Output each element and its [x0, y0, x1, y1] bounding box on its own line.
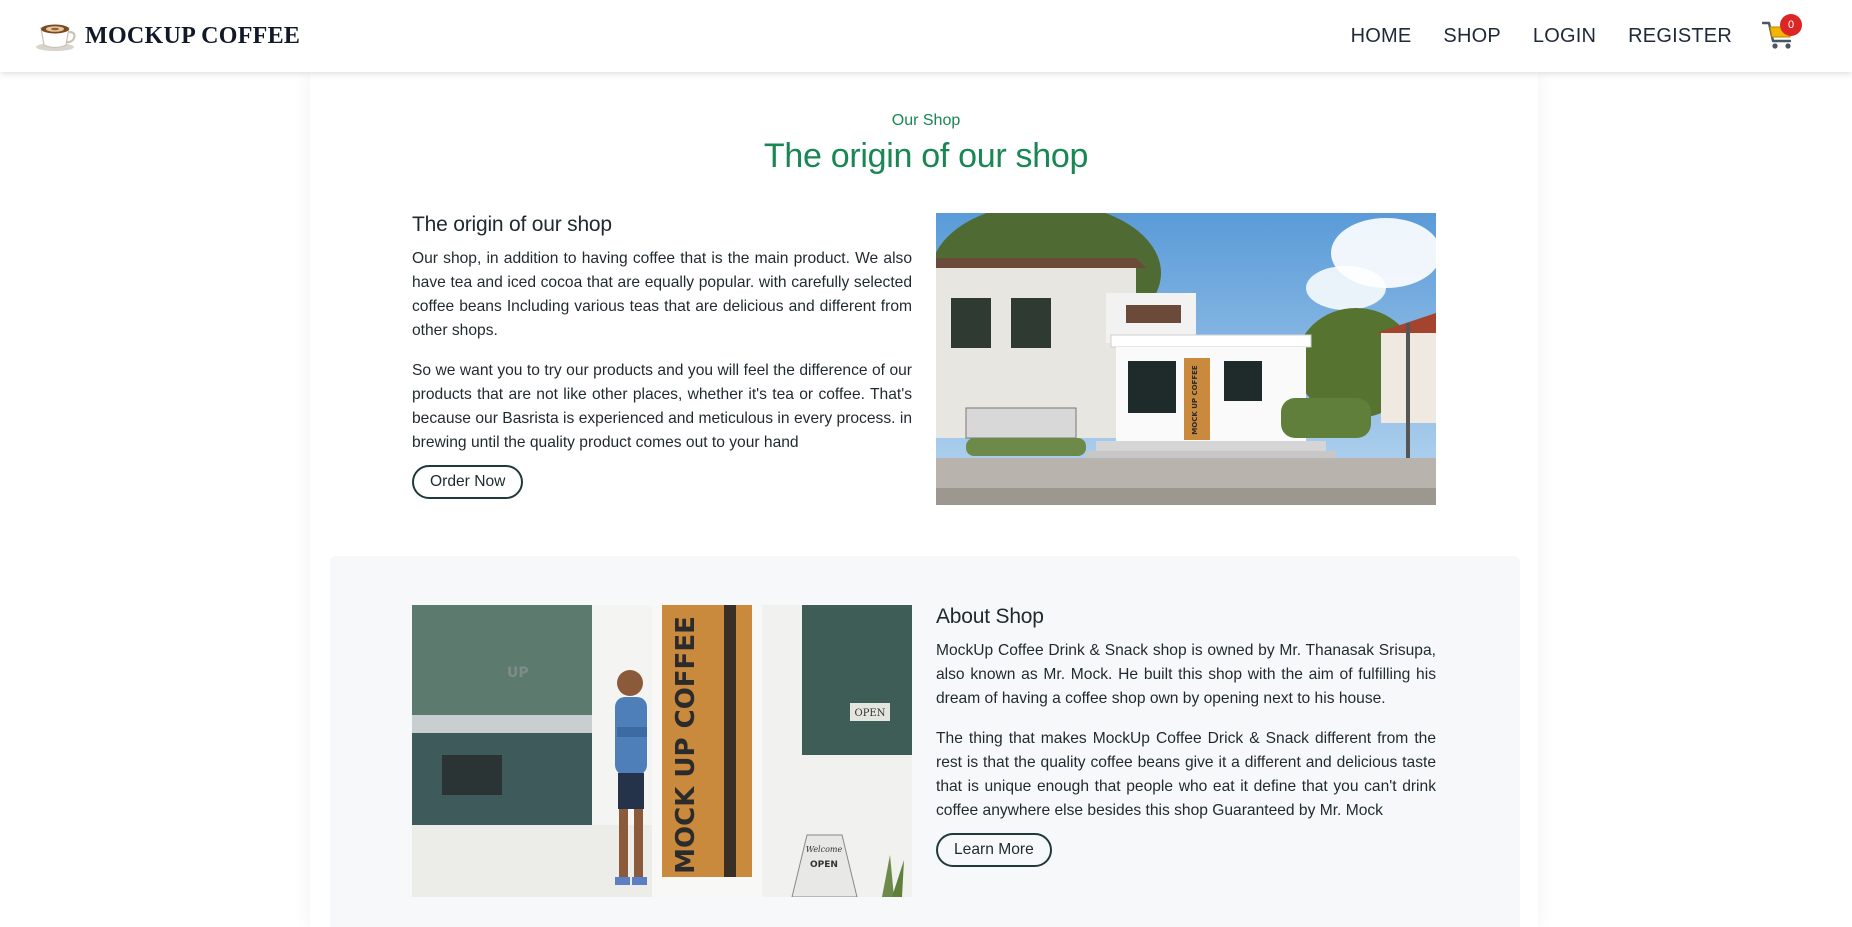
origin-paragraph-2: So we want you to try our products and y… — [412, 362, 912, 451]
about-paragraph-1: MockUp Coffee Drink & Snack shop is owne… — [936, 642, 1436, 707]
owner-photo: UP MOCK UP COFFEE OPEN Welcome OPEN — [412, 605, 912, 897]
origin-text: The origin of our shop Our shop, in addi… — [412, 213, 912, 499]
top-navbar: MOCKUP COFFEE HOME SHOP LOGIN REGISTER 0 — [0, 0, 1852, 72]
window-letter-text: UP — [507, 665, 529, 681]
learn-more-button[interactable]: Learn More — [936, 833, 1052, 867]
nav-shop[interactable]: SHOP — [1443, 25, 1500, 48]
brand-link[interactable]: MOCKUP COFFEE — [35, 18, 300, 54]
about-paragraph-2: The thing that makes MockUp Coffee Drick… — [936, 730, 1436, 819]
exterior-sign-text: MOCK UP COFFEE — [1191, 365, 1199, 435]
origin-paragraph-1: Our shop, in addition to having coffee t… — [412, 250, 912, 339]
main-nav: HOME SHOP LOGIN REGISTER — [1351, 0, 1732, 72]
window-open-sign-text: OPEN — [855, 708, 886, 719]
welcome-board-open-text: OPEN — [810, 860, 838, 870]
origin-section: The origin of our shop Our shop, in addi… — [412, 213, 1436, 505]
cart-count-badge: 0 — [1780, 14, 1802, 36]
cart-button[interactable]: 0 — [1760, 14, 1804, 58]
welcome-board-text: Welcome — [806, 845, 843, 854]
section-title: The origin of our shop — [763, 137, 1089, 175]
owner-photo-illustration: UP MOCK UP COFFEE OPEN Welcome OPEN — [412, 605, 912, 897]
brand-name: MOCKUP COFFEE — [85, 22, 301, 49]
door-sign-text: MOCK UP COFFEE — [671, 616, 701, 874]
about-heading: About Shop — [936, 605, 1044, 628]
shop-exterior-illustration: MOCK UP COFFEE — [936, 213, 1436, 505]
section-eyebrow: Our Shop — [891, 112, 961, 129]
nav-register[interactable]: REGISTER — [1628, 25, 1732, 48]
origin-heading: The origin of our shop — [412, 213, 612, 236]
nav-login[interactable]: LOGIN — [1533, 25, 1596, 48]
about-text: About Shop MockUp Coffee Drink & Snack s… — [936, 605, 1436, 867]
order-now-button[interactable]: Order Now — [412, 465, 524, 499]
about-section: UP MOCK UP COFFEE OPEN Welcome OPEN Abou… — [412, 605, 1436, 897]
nav-home[interactable]: HOME — [1351, 25, 1412, 48]
shop-exterior-image: MOCK UP COFFEE — [936, 213, 1436, 505]
coffee-cup-icon — [36, 24, 76, 51]
